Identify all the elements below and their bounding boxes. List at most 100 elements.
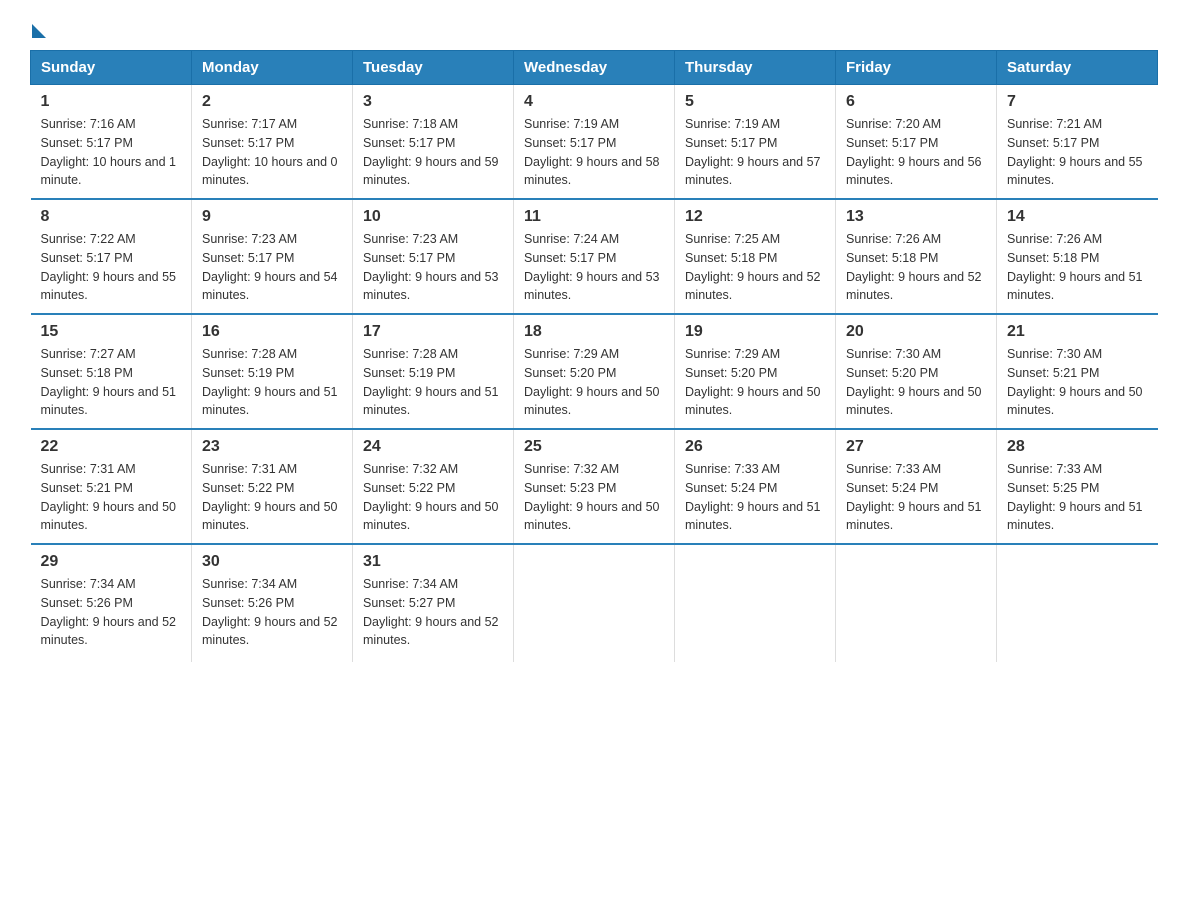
calendar-cell: 11 Sunrise: 7:24 AM Sunset: 5:17 PM Dayl… (514, 199, 675, 314)
daylight-label: Daylight: 9 hours and 51 minutes. (846, 500, 982, 533)
daylight-label: Daylight: 9 hours and 50 minutes. (41, 500, 177, 533)
sunrise-label: Sunrise: 7:26 AM (1007, 232, 1102, 246)
sunset-label: Sunset: 5:27 PM (363, 596, 455, 610)
daylight-label: Daylight: 9 hours and 58 minutes. (524, 155, 660, 188)
sunrise-label: Sunrise: 7:19 AM (685, 117, 780, 131)
sunset-label: Sunset: 5:18 PM (41, 366, 133, 380)
day-number: 27 (846, 438, 986, 456)
day-info: Sunrise: 7:28 AM Sunset: 5:19 PM Dayligh… (363, 345, 503, 420)
day-info: Sunrise: 7:19 AM Sunset: 5:17 PM Dayligh… (685, 115, 825, 190)
calendar-cell (514, 544, 675, 662)
daylight-label: Daylight: 9 hours and 56 minutes. (846, 155, 982, 188)
day-info: Sunrise: 7:28 AM Sunset: 5:19 PM Dayligh… (202, 345, 342, 420)
daylight-label: Daylight: 9 hours and 50 minutes. (524, 500, 660, 533)
day-number: 15 (41, 323, 182, 341)
daylight-label: Daylight: 9 hours and 53 minutes. (363, 270, 499, 303)
logo (30, 20, 46, 34)
sunset-label: Sunset: 5:18 PM (846, 251, 938, 265)
day-info: Sunrise: 7:29 AM Sunset: 5:20 PM Dayligh… (685, 345, 825, 420)
day-info: Sunrise: 7:26 AM Sunset: 5:18 PM Dayligh… (846, 230, 986, 305)
calendar-cell: 16 Sunrise: 7:28 AM Sunset: 5:19 PM Dayl… (192, 314, 353, 429)
day-info: Sunrise: 7:32 AM Sunset: 5:23 PM Dayligh… (524, 460, 664, 535)
day-number: 3 (363, 93, 503, 111)
daylight-label: Daylight: 9 hours and 50 minutes. (363, 500, 499, 533)
sunset-label: Sunset: 5:18 PM (685, 251, 777, 265)
day-number: 10 (363, 208, 503, 226)
day-number: 5 (685, 93, 825, 111)
day-info: Sunrise: 7:19 AM Sunset: 5:17 PM Dayligh… (524, 115, 664, 190)
week-row-2: 8 Sunrise: 7:22 AM Sunset: 5:17 PM Dayli… (31, 199, 1158, 314)
day-info: Sunrise: 7:31 AM Sunset: 5:22 PM Dayligh… (202, 460, 342, 535)
calendar-cell: 30 Sunrise: 7:34 AM Sunset: 5:26 PM Dayl… (192, 544, 353, 662)
sunset-label: Sunset: 5:18 PM (1007, 251, 1099, 265)
sunrise-label: Sunrise: 7:34 AM (363, 577, 458, 591)
day-number: 22 (41, 438, 182, 456)
sunset-label: Sunset: 5:24 PM (846, 481, 938, 495)
daylight-label: Daylight: 9 hours and 51 minutes. (685, 500, 821, 533)
daylight-label: Daylight: 9 hours and 50 minutes. (202, 500, 338, 533)
daylight-label: Daylight: 9 hours and 50 minutes. (846, 385, 982, 418)
sunrise-label: Sunrise: 7:27 AM (41, 347, 136, 361)
sunrise-label: Sunrise: 7:33 AM (685, 462, 780, 476)
day-info: Sunrise: 7:30 AM Sunset: 5:21 PM Dayligh… (1007, 345, 1148, 420)
week-row-4: 22 Sunrise: 7:31 AM Sunset: 5:21 PM Dayl… (31, 429, 1158, 544)
day-info: Sunrise: 7:34 AM Sunset: 5:27 PM Dayligh… (363, 575, 503, 650)
day-info: Sunrise: 7:30 AM Sunset: 5:20 PM Dayligh… (846, 345, 986, 420)
sunrise-label: Sunrise: 7:23 AM (202, 232, 297, 246)
sunset-label: Sunset: 5:26 PM (41, 596, 133, 610)
day-number: 23 (202, 438, 342, 456)
day-info: Sunrise: 7:33 AM Sunset: 5:24 PM Dayligh… (685, 460, 825, 535)
calendar-cell: 17 Sunrise: 7:28 AM Sunset: 5:19 PM Dayl… (353, 314, 514, 429)
sunset-label: Sunset: 5:17 PM (524, 251, 616, 265)
sunset-label: Sunset: 5:17 PM (685, 136, 777, 150)
header-cell-thursday: Thursday (675, 51, 836, 85)
sunrise-label: Sunrise: 7:31 AM (41, 462, 136, 476)
sunrise-label: Sunrise: 7:18 AM (363, 117, 458, 131)
daylight-label: Daylight: 9 hours and 50 minutes. (524, 385, 660, 418)
header-cell-tuesday: Tuesday (353, 51, 514, 85)
day-number: 16 (202, 323, 342, 341)
day-info: Sunrise: 7:23 AM Sunset: 5:17 PM Dayligh… (202, 230, 342, 305)
daylight-label: Daylight: 9 hours and 59 minutes. (363, 155, 499, 188)
sunrise-label: Sunrise: 7:33 AM (846, 462, 941, 476)
daylight-label: Daylight: 9 hours and 51 minutes. (1007, 270, 1143, 303)
header-cell-monday: Monday (192, 51, 353, 85)
sunrise-label: Sunrise: 7:28 AM (363, 347, 458, 361)
day-number: 18 (524, 323, 664, 341)
sunset-label: Sunset: 5:17 PM (363, 136, 455, 150)
sunrise-label: Sunrise: 7:34 AM (202, 577, 297, 591)
daylight-label: Daylight: 9 hours and 50 minutes. (685, 385, 821, 418)
day-number: 28 (1007, 438, 1148, 456)
day-info: Sunrise: 7:33 AM Sunset: 5:24 PM Dayligh… (846, 460, 986, 535)
day-number: 6 (846, 93, 986, 111)
header-cell-saturday: Saturday (997, 51, 1158, 85)
calendar-cell: 24 Sunrise: 7:32 AM Sunset: 5:22 PM Dayl… (353, 429, 514, 544)
sunset-label: Sunset: 5:17 PM (202, 251, 294, 265)
day-number: 8 (41, 208, 182, 226)
calendar-cell: 27 Sunrise: 7:33 AM Sunset: 5:24 PM Dayl… (836, 429, 997, 544)
calendar-cell: 4 Sunrise: 7:19 AM Sunset: 5:17 PM Dayli… (514, 85, 675, 200)
calendar-cell: 25 Sunrise: 7:32 AM Sunset: 5:23 PM Dayl… (514, 429, 675, 544)
day-number: 25 (524, 438, 664, 456)
sunset-label: Sunset: 5:17 PM (41, 136, 133, 150)
day-number: 21 (1007, 323, 1148, 341)
day-info: Sunrise: 7:26 AM Sunset: 5:18 PM Dayligh… (1007, 230, 1148, 305)
sunrise-label: Sunrise: 7:24 AM (524, 232, 619, 246)
daylight-label: Daylight: 9 hours and 51 minutes. (1007, 500, 1143, 533)
sunrise-label: Sunrise: 7:28 AM (202, 347, 297, 361)
sunrise-label: Sunrise: 7:30 AM (1007, 347, 1102, 361)
sunrise-label: Sunrise: 7:19 AM (524, 117, 619, 131)
day-number: 11 (524, 208, 664, 226)
daylight-label: Daylight: 9 hours and 52 minutes. (41, 615, 177, 648)
daylight-label: Daylight: 10 hours and 1 minute. (41, 155, 177, 188)
day-number: 24 (363, 438, 503, 456)
daylight-label: Daylight: 9 hours and 50 minutes. (1007, 385, 1143, 418)
day-info: Sunrise: 7:21 AM Sunset: 5:17 PM Dayligh… (1007, 115, 1148, 190)
sunset-label: Sunset: 5:22 PM (363, 481, 455, 495)
daylight-label: Daylight: 9 hours and 52 minutes. (202, 615, 338, 648)
day-number: 13 (846, 208, 986, 226)
calendar-cell: 29 Sunrise: 7:34 AM Sunset: 5:26 PM Dayl… (31, 544, 192, 662)
sunrise-label: Sunrise: 7:34 AM (41, 577, 136, 591)
day-number: 19 (685, 323, 825, 341)
sunset-label: Sunset: 5:20 PM (524, 366, 616, 380)
